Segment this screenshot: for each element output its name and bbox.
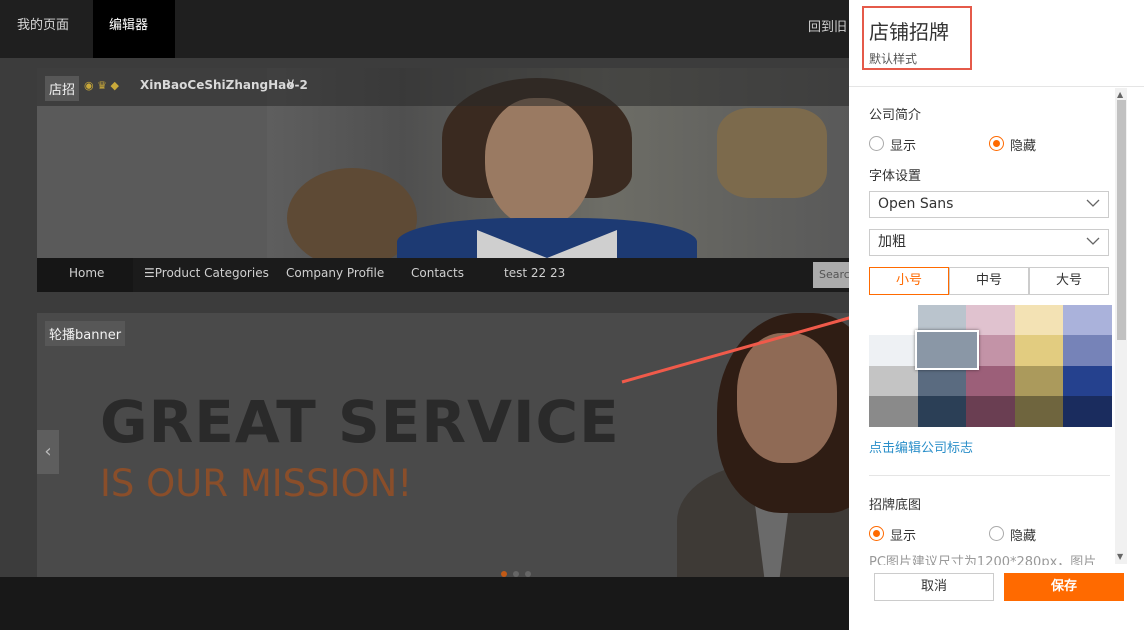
banner-section-tag[interactable]: 轮播banner [45,321,126,346]
tab-my-pages[interactable]: 我的页面 [1,0,85,58]
chevron-down-icon[interactable]: ∨ [286,76,296,91]
scrollbar-thumb[interactable] [1117,100,1126,340]
crown-icon: ◉ ♛ ◆ [84,79,119,92]
company-intro-show-label[interactable]: 显示 [890,135,916,154]
font-size-large-button[interactable]: 大号 [1029,267,1109,295]
color-swatch[interactable] [1063,335,1113,367]
shop-sign-section-tag[interactable]: 店招 [45,76,80,101]
chevron-down-icon [1086,199,1100,207]
company-intro-show-radio[interactable] [869,136,884,151]
scroll-up-icon[interactable]: ▲ [1117,90,1123,99]
company-intro-hide-label[interactable]: 隐藏 [1010,135,1036,154]
nav-item-contacts[interactable]: Contacts [411,258,464,292]
edit-company-logo-link[interactable]: 点击编辑公司标志 [869,437,973,456]
font-size-small-button[interactable]: 小号 [869,267,949,295]
shop-name[interactable]: XinBaoCeShiZhangHao-2 [140,78,308,92]
nav-item-product-categories-label: Product Categories [154,266,269,280]
nav-item-home[interactable]: Home [69,258,104,292]
color-swatch[interactable] [917,365,967,397]
nav-item-test[interactable]: test 22 23 [504,258,565,292]
hovered-color-swatch[interactable] [915,330,979,370]
color-swatch[interactable] [1063,395,1113,427]
color-swatch[interactable] [1063,305,1113,336]
nav-item-product-categories[interactable]: ☰Product Categories [144,258,269,292]
shop-header-image[interactable] [37,68,849,258]
color-swatch[interactable] [966,365,1016,397]
color-swatch[interactable] [1014,335,1064,367]
banner-prev-arrow-icon[interactable]: ‹ [37,430,59,474]
color-swatch[interactable] [869,395,918,427]
font-family-select[interactable]: Open Sans [869,191,1109,218]
font-settings-label: 字体设置 [869,169,922,184]
panel-subtitle: 默认样式 [869,52,918,66]
color-swatch[interactable] [869,305,918,336]
nav-item-company-profile[interactable]: Company Profile [286,258,384,292]
page-footer [0,577,849,630]
sign-bg-hide-label[interactable]: 隐藏 [1010,525,1036,544]
search-input[interactable]: Search [813,262,849,288]
company-intro-label: 公司简介 [869,108,922,123]
banner-model-face-shape [737,333,837,463]
color-swatch[interactable] [869,365,918,397]
sign-bg-show-label[interactable]: 显示 [890,525,916,544]
color-swatch[interactable] [1063,365,1113,397]
model-face-shape [485,98,593,228]
bag-shape [717,108,827,198]
save-button[interactable]: 保存 [1004,573,1124,601]
model-sweater-shape [397,218,697,258]
color-swatch[interactable] [917,395,967,427]
menu-icon: ☰ [144,266,155,280]
divider [849,86,1144,87]
color-swatch[interactable] [966,395,1016,427]
font-weight-value: 加粗 [878,234,906,250]
color-swatch[interactable] [1014,305,1064,336]
panel-title: 店铺招牌 [869,20,949,44]
cancel-button[interactable]: 取消 [874,573,994,601]
banner-subheadline: IS OUR MISSION! [100,462,413,505]
font-family-value: Open Sans [878,196,954,212]
scroll-down-icon[interactable]: ▼ [1117,552,1123,561]
chevron-down-icon [1086,237,1100,245]
shop-navigation: Home ☰Product Categories Company Profile… [37,258,849,292]
company-intro-hide-radio[interactable] [989,136,1004,151]
sign-background-label: 招牌底图 [869,498,922,513]
color-swatch[interactable] [1014,395,1064,427]
back-to-old-link[interactable]: 回到旧 [808,16,847,35]
font-size-medium-button[interactable]: 中号 [949,267,1029,295]
banner-headline: GREAT SERVICE [100,388,620,456]
sign-bg-show-radio[interactable] [869,526,884,541]
sign-bg-hide-radio[interactable] [989,526,1004,541]
color-swatch[interactable] [869,335,918,367]
tab-editor[interactable]: 编辑器 [93,0,175,58]
font-weight-select[interactable]: 加粗 [869,229,1109,256]
color-swatch[interactable] [1014,365,1064,397]
color-palette [869,305,1113,427]
divider [869,475,1110,476]
